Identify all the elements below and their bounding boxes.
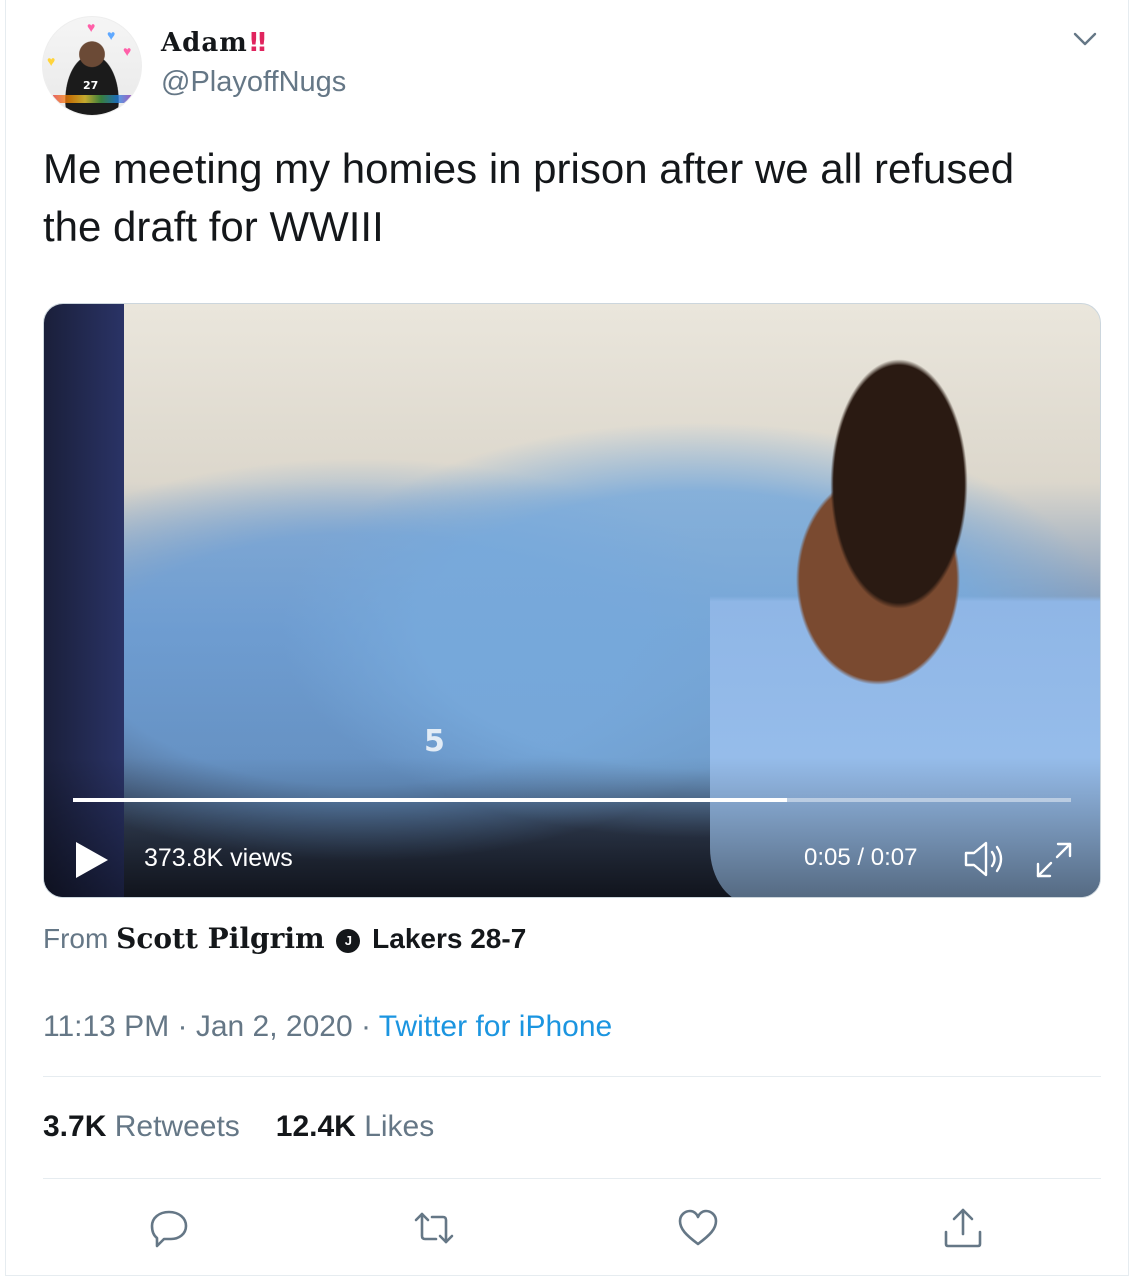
tweet-meta: 11:13 PM · Jan 2, 2020 · Twitter for iPh… — [43, 1010, 612, 1044]
video-time: 0:05 / 0:07 — [804, 844, 918, 871]
likes-count: 12.4K — [275, 1110, 356, 1143]
action-bar — [6, 1200, 1130, 1260]
tweet-text: Me meeting my homies in prison after we … — [43, 145, 1015, 250]
tweet-stats: 3.7K Retweets 12.4K Likes — [43, 1110, 434, 1144]
client-link[interactable]: Twitter for iPhone — [379, 1010, 612, 1043]
fullscreen-icon[interactable] — [1032, 838, 1076, 882]
retweet-icon[interactable] — [412, 1206, 456, 1250]
video-player[interactable]: 5 373.8K views 0:05 / 0:07 — [43, 303, 1101, 898]
name-emoji: ‼ — [249, 28, 268, 58]
video-progress-fill — [73, 798, 787, 802]
likes-stat[interactable]: 12.4K Likes — [276, 1110, 434, 1143]
heart-icon: ♥ — [123, 43, 132, 59]
like-icon[interactable] — [676, 1206, 720, 1250]
timestamp[interactable]: 11:13 PM · Jan 2, 2020 · — [43, 1010, 379, 1043]
source-account-suffix: Lakers 28-7 — [372, 923, 527, 954]
source-account-name: Scott Pilgrim — [116, 922, 325, 955]
play-icon[interactable] — [74, 840, 110, 880]
video-progress-bar[interactable] — [73, 798, 1071, 802]
heart-icon: ♥ — [47, 53, 56, 69]
author-handle[interactable]: @PlayoffNugs — [161, 66, 346, 99]
retweets-count: 3.7K — [43, 1110, 107, 1143]
source-account[interactable]: Scott Pilgrim J Lakers 28-7 — [116, 922, 527, 955]
volume-icon[interactable] — [962, 836, 1008, 882]
share-icon[interactable] — [941, 1206, 985, 1250]
retweets-label: Retweets — [114, 1110, 240, 1143]
retweets-stat[interactable]: 3.7K Retweets — [43, 1110, 240, 1143]
video-shade — [44, 757, 1100, 897]
video-views: 373.8K views — [144, 844, 293, 872]
divider — [43, 1178, 1101, 1179]
source-badge-icon: J — [336, 929, 361, 953]
rainbow-decoration — [53, 95, 133, 103]
author-name-text: Adam — [161, 28, 248, 58]
author-name[interactable]: Adam‼ — [161, 28, 267, 58]
heart-icon: ♥ — [107, 27, 116, 43]
video-source: From Scott Pilgrim J Lakers 28-7 — [43, 922, 526, 955]
chevron-down-icon[interactable] — [1070, 28, 1100, 50]
tweet-card: ♥ ♥ ♥ ♥ 27 Adam‼ @PlayoffNugs Me meeting… — [5, 0, 1129, 1276]
heart-icon: ♥ — [87, 19, 96, 35]
avatar[interactable]: ♥ ♥ ♥ ♥ 27 — [42, 16, 142, 116]
from-label: From — [43, 923, 109, 954]
video-jersey-number: 5 — [424, 724, 445, 759]
reply-icon[interactable] — [147, 1206, 191, 1250]
divider — [43, 1076, 1101, 1077]
likes-label: Likes — [364, 1110, 435, 1143]
avatar-jersey-number: 27 — [83, 79, 99, 92]
